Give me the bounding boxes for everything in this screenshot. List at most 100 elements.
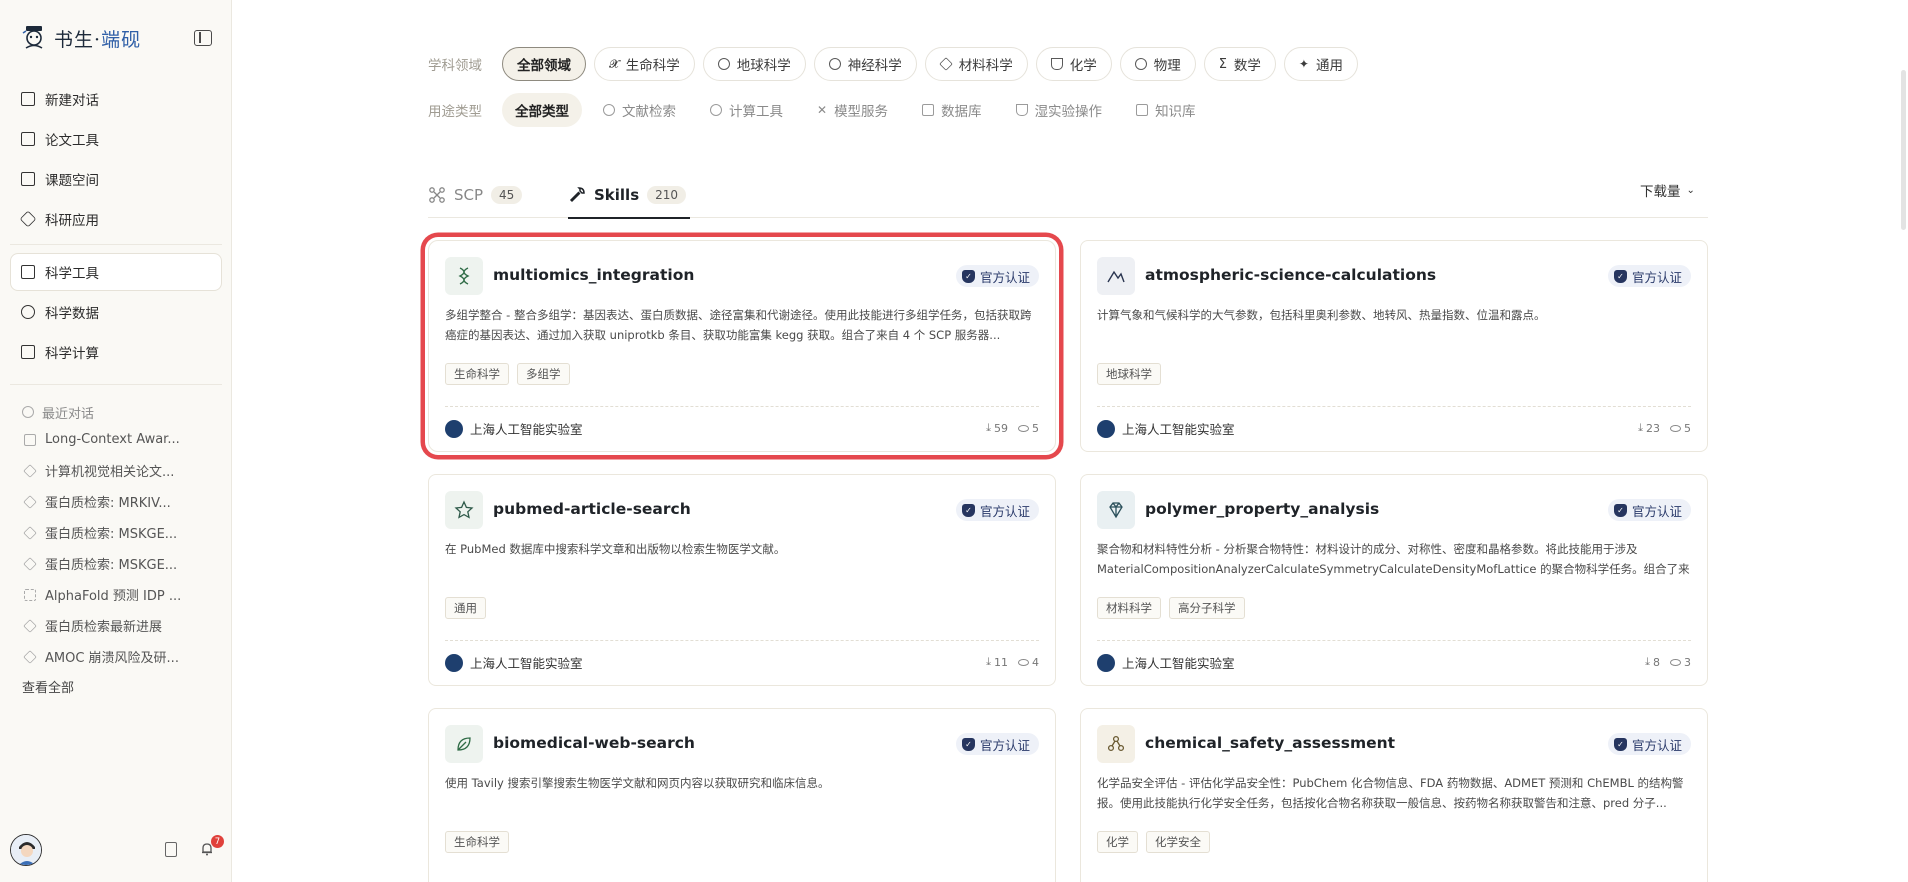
recent-item[interactable]: AlphaFold 预测 IDP ... [10, 579, 222, 610]
card-title[interactable]: multiomics_integration [493, 266, 694, 284]
nav-science-compute[interactable]: 科学计算 [10, 333, 222, 371]
skill-card[interactable]: polymer_property_analysis ✓ 官方认证 聚合物和材料特性… [1080, 474, 1708, 686]
download-icon: ⤓ [986, 421, 991, 434]
chip-knowledge-base[interactable]: 知识库 [1123, 93, 1209, 127]
recent-item[interactable]: 计算机视觉相关论文... [10, 455, 222, 486]
flask-icon [1015, 104, 1028, 116]
eye-icon [1670, 658, 1681, 666]
dna-icon: 𝓧 [609, 56, 619, 71]
tag[interactable]: 多组学 [517, 363, 570, 385]
eye-icon [1018, 424, 1029, 432]
view-all-link[interactable]: 查看全部 [10, 672, 222, 700]
molecule-icon [1107, 735, 1125, 752]
chip-physics[interactable]: 物理 [1119, 47, 1196, 81]
nav-science-tools[interactable]: 科学工具 [10, 253, 222, 291]
nav-label: 课题空间 [45, 173, 99, 189]
recent-item[interactable]: 蛋白质检索: MSKGE... [10, 548, 222, 579]
card-title[interactable]: biomedical-web-search [493, 734, 695, 752]
type-filter-row: 用途类型 全部类型 文献检索 计算工具 ✕ 模型服务 数据库 湿实验操作 知识库 [428, 93, 1209, 345]
chip-database[interactable]: 数据库 [909, 93, 995, 127]
card-tags: 材料科学 高分子科学 [1097, 597, 1245, 619]
org-name: 上海人工智能实验室 [1122, 422, 1235, 437]
chip-label: 数据库 [941, 104, 982, 120]
chip-compute-tools[interactable]: 计算工具 [697, 93, 796, 127]
card-icon-box [445, 491, 483, 529]
card-title[interactable]: atmospheric-science-calculations [1145, 266, 1436, 284]
download-stat: ⤓ 23 [1638, 421, 1660, 435]
globe-icon [717, 58, 730, 70]
recent-item-label: 蛋白质检索: MSKGE... [45, 527, 178, 542]
recent-item[interactable]: AMOC 崩溃风险及研... [10, 641, 222, 672]
chip-materials[interactable]: 材料科学 [924, 47, 1028, 81]
scrollbar[interactable] [1901, 70, 1906, 230]
sort-dropdown[interactable]: 下载量 ⌄ [1640, 180, 1695, 200]
avatar[interactable] [10, 834, 42, 866]
nav-paper-tools[interactable]: 论文工具 [10, 120, 222, 158]
certified-badge: ✓ 官方认证 [955, 265, 1039, 287]
tag[interactable]: 生命科学 [445, 831, 509, 853]
nav-research-apps[interactable]: 科研应用 [10, 200, 222, 238]
chip-general[interactable]: ✦ 通用 [1283, 47, 1358, 81]
tag[interactable]: 生命科学 [445, 363, 509, 385]
recent-item-label: 蛋白质检索最新进展 [45, 620, 163, 635]
nav-new-chat[interactable]: 新建对话 [10, 80, 222, 118]
tab-scp[interactable]: SCP 45 [428, 172, 523, 218]
chip-label: 模型服务 [834, 104, 889, 120]
nav-secondary: 科学工具 科学数据 科学计算 [10, 253, 222, 373]
download-icon: ⤓ [986, 655, 991, 668]
gear-icon [710, 104, 722, 116]
chip-math[interactable]: Σ 数学 [1203, 47, 1276, 81]
card-title[interactable]: polymer_property_analysis [1145, 500, 1379, 518]
card-stats: ⤓ 23 5 [1638, 421, 1691, 435]
chip-chemistry[interactable]: 化学 [1035, 47, 1112, 81]
tag[interactable]: 地球科学 [1097, 363, 1161, 385]
search-icon [603, 104, 615, 116]
tag[interactable]: 化学 [1097, 831, 1138, 853]
skill-card[interactable]: atmospheric-science-calculations ✓ 官方认证 计… [1080, 240, 1708, 452]
sort-label: 下载量 [1640, 184, 1681, 200]
hexagon-icon [938, 57, 953, 71]
chip-label: 知识库 [1155, 104, 1196, 120]
recent-item-label: 蛋白质检索: MRKIV... [45, 496, 171, 511]
tab-skills[interactable]: Skills 210 [568, 172, 691, 219]
nav-science-data[interactable]: 科学数据 [10, 293, 222, 331]
chip-literature-search[interactable]: 文献检索 [590, 93, 689, 127]
tag[interactable]: 通用 [445, 597, 486, 619]
chip-life-science[interactable]: 𝓧 生命科学 [594, 47, 695, 81]
org-name: 上海人工智能实验室 [470, 422, 583, 437]
brand[interactable]: 书生·端砚 [20, 24, 141, 52]
user-avatar-icon [11, 835, 41, 865]
recent-item[interactable]: 蛋白质检索: MSKGE... [10, 517, 222, 548]
chip-earth-science[interactable]: 地球科学 [702, 47, 806, 81]
skill-card[interactable]: biomedical-web-search ✓ 官方认证 使用 Tavily 搜索… [428, 708, 1056, 882]
document-icon[interactable] [165, 842, 177, 857]
tag[interactable]: 材料科学 [1097, 597, 1161, 619]
card-title[interactable]: chemical_safety_assessment [1145, 734, 1395, 752]
download-stat: ⤓ 11 [986, 655, 1008, 669]
nav-project-space[interactable]: 课题空间 [10, 160, 222, 198]
skill-card[interactable]: chemical_safety_assessment ✓ 官方认证 化学品安全评估… [1080, 708, 1708, 882]
nav-label: 科学工具 [45, 266, 99, 282]
skill-card[interactable]: pubmed-article-search ✓ 官方认证 在 PubMed 数据库… [428, 474, 1056, 686]
sidebar-toggle-icon[interactable] [194, 30, 212, 46]
org-name: 上海人工智能实验室 [1122, 656, 1235, 671]
card-tags: 生命科学 [445, 831, 509, 853]
shield-check-icon: ✓ [961, 737, 975, 751]
chip-model-services[interactable]: ✕ 模型服务 [804, 93, 901, 127]
hexagon-icon [23, 494, 37, 509]
chip-all-types[interactable]: 全部类型 [502, 93, 636, 345]
recent-item[interactable]: 蛋白质检索最新进展 [10, 610, 222, 641]
skill-card[interactable]: multiomics_integration ✓ 官方认证 多组学整合 - 整合多… [428, 240, 1056, 452]
card-description: 使用 Tavily 搜索引擎搜索生物医学文献和网页内容以获取研究和临床信息。 [445, 776, 830, 790]
recent-item[interactable]: 蛋白质检索: MRKIV... [10, 486, 222, 517]
chip-wet-lab[interactable]: 湿实验操作 [1003, 93, 1116, 127]
nav-label: 科学数据 [45, 306, 99, 322]
card-title[interactable]: pubmed-article-search [493, 500, 691, 518]
chip-neuroscience[interactable]: 神经科学 [813, 47, 917, 81]
tag[interactable]: 高分子科学 [1169, 597, 1245, 619]
tag[interactable]: 化学安全 [1146, 831, 1210, 853]
chip-label: 生命科学 [625, 58, 680, 74]
chip-all-domains[interactable]: 全部领域 [502, 47, 636, 299]
chip-label: 全部类型 [515, 104, 569, 120]
recent-item[interactable]: Long-Context Awar... [10, 424, 222, 455]
